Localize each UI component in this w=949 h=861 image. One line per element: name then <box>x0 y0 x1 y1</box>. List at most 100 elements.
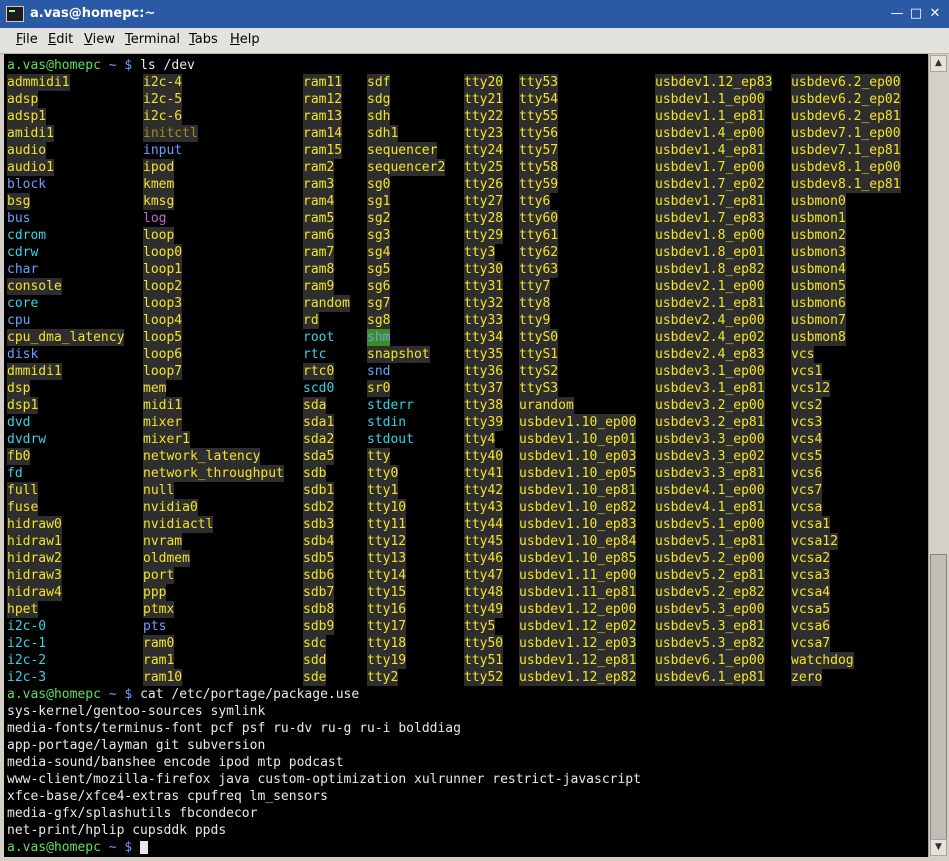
prompt-symbol: $ <box>124 58 133 73</box>
terminal-output[interactable]: a.vas@homepc ~ $ ls /dev admmidi1 i2c-4 ra… <box>4 54 928 857</box>
ls-entry: pts <box>143 619 167 634</box>
ls-entry: zero <box>791 669 823 686</box>
scroll-down-icon[interactable]: ▼ <box>930 839 947 856</box>
ls-entry: usbmon5 <box>791 278 846 295</box>
ls-entry: usbdev2.4_ep02 <box>655 329 765 346</box>
ls-entry: vcs7 <box>791 482 823 499</box>
ls-entry: dvdrw <box>7 432 47 447</box>
ls-entry: network_latency <box>143 448 261 465</box>
ls-entry: sdf <box>367 74 391 91</box>
prompt-dir: ~ <box>108 840 117 855</box>
ls-entry: usbdev5.2_ep82 <box>655 584 765 601</box>
ls-entry: tty17 <box>367 618 407 635</box>
ls-entry: adsp <box>7 91 39 108</box>
vertical-scrollbar[interactable]: ▲ ▼ <box>928 54 947 857</box>
ls-entry: ram10 <box>143 669 183 686</box>
ls-entry: mixer1 <box>143 431 190 448</box>
ls-entry: tty7 <box>519 278 551 295</box>
ls-entry: tty37 <box>464 380 504 397</box>
package-use-line: app-portage/layman git subversion <box>7 738 266 753</box>
ls-entry: ptmx <box>143 601 175 618</box>
ls-entry: tty6 <box>519 193 551 210</box>
ls-entry: cpu <box>7 313 31 328</box>
ls-entry: tty22 <box>464 108 504 125</box>
title-bar[interactable]: a.vas@homepc:~ — □ ✕ <box>0 0 949 28</box>
menu-edit[interactable]: Edit <box>48 32 73 47</box>
maximize-icon[interactable]: □ <box>907 5 925 23</box>
ls-entry: bsg <box>7 193 31 210</box>
ls-entry: root <box>303 330 335 345</box>
ls-entry: usbdev6.2_ep02 <box>791 91 901 108</box>
ls-entry: tty58 <box>519 159 559 176</box>
ls-entry: tty14 <box>367 567 407 584</box>
ls-entry: usbdev1.11_ep00 <box>519 567 637 584</box>
ls-entry: tty27 <box>464 193 504 210</box>
ls-entry: sdb4 <box>303 533 335 550</box>
ls-entry: hpet <box>7 601 39 618</box>
ls-entry: loop4 <box>143 312 183 329</box>
ls-entry: vcsa <box>791 499 823 516</box>
ls-entry: tty11 <box>367 516 407 533</box>
ls-entry: nvidiactl <box>143 516 214 533</box>
ls-entry: kmem <box>143 176 175 193</box>
ls-entry: vcs4 <box>791 431 823 448</box>
ls-entry: stdin <box>367 415 407 430</box>
ls-entry: tty15 <box>367 584 407 601</box>
ls-entry: usbdev1.10_ep00 <box>519 414 637 431</box>
ls-entry: usbdev1.12_ep00 <box>519 601 637 618</box>
ls-entry: usbmon6 <box>791 295 846 312</box>
ls-entry: tty46 <box>464 550 504 567</box>
close-icon[interactable]: ✕ <box>926 5 944 23</box>
ls-entry: usbdev2.1_ep81 <box>655 295 765 312</box>
ls-entry: tty56 <box>519 125 559 142</box>
ls-entry: tty44 <box>464 516 504 533</box>
menu-terminal[interactable]: Terminal <box>125 32 180 47</box>
scrollbar-thumb[interactable] <box>930 554 947 841</box>
ls-entry: loop6 <box>143 346 183 363</box>
ls-entry: nvram <box>143 533 183 550</box>
ls-entry: tty63 <box>519 261 559 278</box>
ls-entry: usbdev1.1_ep81 <box>655 108 765 125</box>
ls-entry: null <box>143 482 175 499</box>
command-text: cat /etc/portage/package.use <box>140 687 360 702</box>
ls-entry: tty21 <box>464 91 504 108</box>
ls-entry: tty5 <box>464 618 496 635</box>
ls-entry: sg2 <box>367 210 391 227</box>
ls-entry: usbdev1.12_ep81 <box>519 652 637 669</box>
minimize-icon[interactable]: — <box>888 5 906 23</box>
ls-entry: tty12 <box>367 533 407 550</box>
menu-tabs[interactable]: Tabs <box>189 32 218 47</box>
ls-entry: usbdev3.3_ep00 <box>655 431 765 448</box>
ls-entry: sdb6 <box>303 567 335 584</box>
scroll-up-icon[interactable]: ▲ <box>930 55 947 72</box>
ls-entry: tty43 <box>464 499 504 516</box>
ls-entry: tty61 <box>519 227 559 244</box>
ls-entry: usbdev6.2_ep00 <box>791 74 901 91</box>
ls-entry: sda1 <box>303 414 335 431</box>
ls-entry: hidraw1 <box>7 533 62 550</box>
ls-entry: hidraw4 <box>7 584 62 601</box>
ls-entry: console <box>7 278 62 295</box>
ls-entry: sg6 <box>367 278 391 295</box>
ls-entry: ram15 <box>303 142 343 159</box>
menu-view[interactable]: View <box>84 32 115 47</box>
ls-entry: loop3 <box>143 295 183 312</box>
ls-entry: sdd <box>303 652 327 669</box>
ls-entry: ram1 <box>143 652 175 669</box>
ls-entry: tty41 <box>464 465 504 482</box>
package-use-line: media-gfx/splashutils fbcondecor <box>7 806 258 821</box>
ls-entry: i2c-2 <box>7 653 47 668</box>
ls-entry: hidraw0 <box>7 516 62 533</box>
ls-entry: random <box>303 295 350 312</box>
menu-file[interactable]: File <box>16 32 38 47</box>
ls-entry: usbdev1.7_ep00 <box>655 159 765 176</box>
ls-entry: midi1 <box>143 397 183 414</box>
package-use-line: net-print/hplip cupsddk ppds <box>7 823 227 838</box>
ls-entry: sequencer2 <box>367 159 446 176</box>
ls-entry: stdout <box>367 432 414 447</box>
menu-help[interactable]: Help <box>230 32 260 47</box>
ls-entry: ram11 <box>303 74 343 91</box>
ls-entry: sdg <box>367 91 391 108</box>
menu-file-label: ile <box>22 32 38 47</box>
ls-entry: port <box>143 567 175 584</box>
